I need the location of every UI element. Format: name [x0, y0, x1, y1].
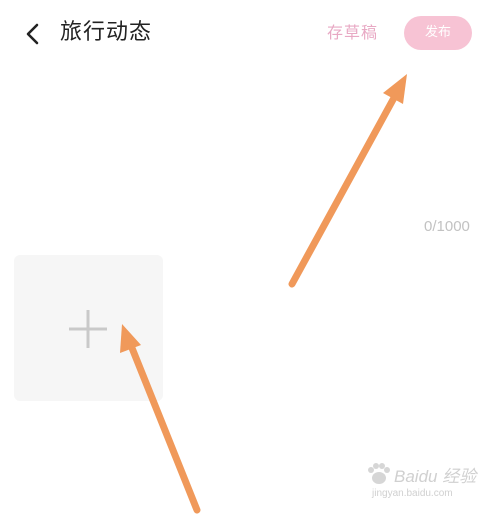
arrow-to-publish [288, 74, 407, 288]
paw-icon [368, 463, 390, 484]
watermark-url: jingyan.baidu.com [372, 488, 453, 499]
travel-post-editor: 旅行动态 存草稿 发布 0/1000 Baidu 经验 jingyan.baid… [0, 0, 500, 514]
annotation-arrows [120, 74, 407, 514]
arrow-to-add-photo [120, 324, 201, 514]
watermark-brand: Baidu 经验 [394, 467, 477, 486]
watermark: Baidu 经验 jingyan.baidu.com [364, 462, 488, 508]
